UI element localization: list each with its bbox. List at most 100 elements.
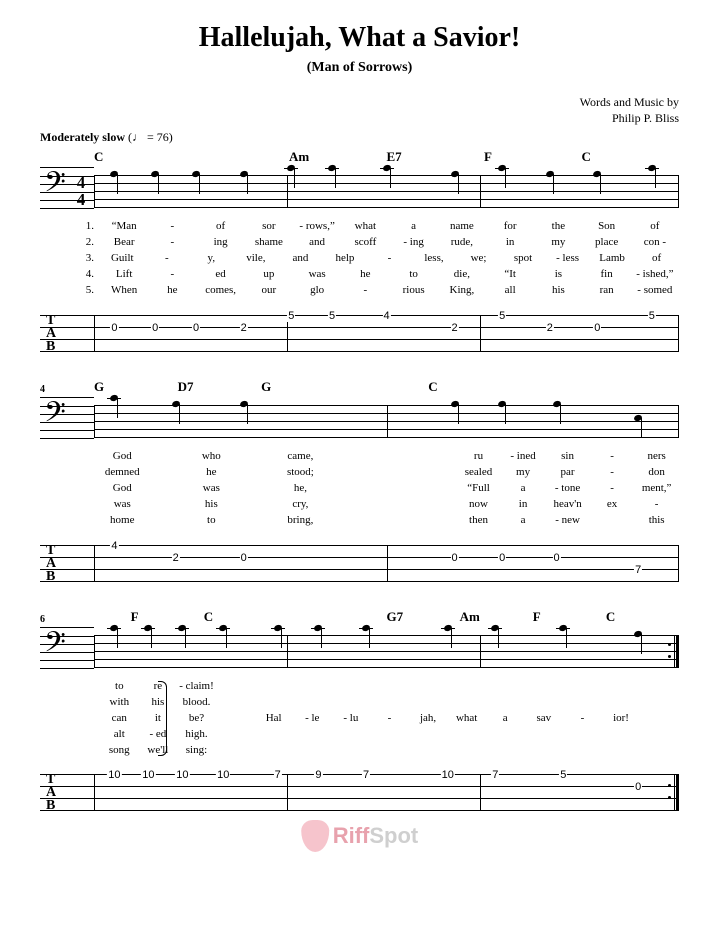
chord-symbol: D7 xyxy=(178,379,220,395)
lyric-syllable: - xyxy=(634,497,679,513)
barline xyxy=(480,175,481,208)
lyric-syllable xyxy=(367,513,412,529)
lyric-syllable xyxy=(412,465,457,481)
chord-symbol xyxy=(470,379,512,395)
verse-number xyxy=(40,695,100,711)
chord-symbol: F xyxy=(131,609,168,625)
lyric-syllable: our xyxy=(245,283,293,299)
lyric-syllable xyxy=(640,727,679,743)
tempo-paren-close: ) xyxy=(169,130,173,144)
tab-clef-label: TAB xyxy=(46,773,56,812)
lyric-syllable: the xyxy=(534,219,582,235)
lyric-syllable: a xyxy=(501,513,546,529)
lyric-line: Godwhocame,ru- inedsin-ners xyxy=(40,449,679,465)
lyric-syllable: was xyxy=(100,497,145,513)
lyric-syllable xyxy=(409,727,448,743)
lyric-line: 2.Bear-ingshameandscoff- ingrude,inmypla… xyxy=(40,235,679,251)
chord-symbol xyxy=(554,379,596,395)
verse-number xyxy=(40,465,100,481)
tempo-marking: Moderately slow (♩ = 76) xyxy=(40,130,679,145)
lyric-syllable xyxy=(145,513,190,529)
chord-symbol xyxy=(630,149,679,165)
bass-clef-icon: 𝄢 xyxy=(44,400,66,434)
lyric-syllable: place xyxy=(583,235,631,251)
tab-fret-number: 2 xyxy=(450,322,458,334)
lyric-syllable xyxy=(367,481,412,497)
tablature-staff: TAB000255425205 xyxy=(40,309,679,357)
lyric-syllable: fin xyxy=(583,267,631,283)
lyric-syllable: y, xyxy=(189,251,234,267)
lyric-syllable: what xyxy=(341,219,389,235)
lyric-syllable: with xyxy=(100,695,139,711)
tab-fret-number: 9 xyxy=(314,769,322,781)
lyric-syllable: glo xyxy=(293,283,341,299)
lyric-syllable: came, xyxy=(278,449,323,465)
chord-symbol xyxy=(240,609,277,625)
lyric-syllable: Hal xyxy=(254,711,293,727)
lyric-syllable: - less xyxy=(545,251,590,267)
chord-symbol xyxy=(642,609,679,625)
lyric-syllable xyxy=(145,497,190,513)
lyric-syllable xyxy=(412,449,457,465)
tempo-bpm: = 76 xyxy=(147,130,169,144)
lyric-syllable: this xyxy=(634,513,679,529)
verse-number: 4. xyxy=(40,267,100,283)
quarter-note-icon: ♩ xyxy=(132,130,144,144)
verse-number xyxy=(40,679,100,695)
lyric-syllable: cry, xyxy=(278,497,323,513)
lyric-syllable xyxy=(370,695,409,711)
tab-fret-number: 0 xyxy=(450,552,458,564)
lyric-syllable: was xyxy=(189,481,234,497)
lyric-syllable: ed xyxy=(197,267,245,283)
credits-line-2: Philip P. Bliss xyxy=(40,110,679,126)
tablature-staff: TAB4200007 xyxy=(40,539,679,587)
tab-fret-number: 5 xyxy=(328,310,336,322)
lyric-syllable xyxy=(602,679,641,695)
lyric-syllable: his xyxy=(189,497,234,513)
barline xyxy=(480,635,481,668)
tab-clef-label: TAB xyxy=(46,544,56,583)
lyric-syllable xyxy=(216,711,255,727)
lyric-syllable xyxy=(367,449,412,465)
lyric-syllable: of xyxy=(197,219,245,235)
lyric-syllable: sav xyxy=(525,711,564,727)
lyric-syllable xyxy=(234,449,279,465)
lyric-syllable xyxy=(234,497,279,513)
verse-number xyxy=(40,481,100,497)
lyric-syllable: don xyxy=(634,465,679,481)
tab-fret-number: 2 xyxy=(546,322,554,334)
brand-part-b: Spot xyxy=(369,823,418,848)
lyric-syllable: sing: xyxy=(177,743,216,759)
lyric-syllable xyxy=(234,481,279,497)
lyric-syllable xyxy=(293,743,332,759)
lyric-syllable: Son xyxy=(583,219,631,235)
sheet-music-page: Hallelujah, What a Savior! (Man of Sorro… xyxy=(0,0,719,868)
lyric-syllable: be? xyxy=(177,711,216,727)
chord-symbol xyxy=(350,609,387,625)
lyric-syllable: shame xyxy=(245,235,293,251)
chord-symbol: C xyxy=(94,149,143,165)
lyric-syllable xyxy=(367,465,412,481)
lyric-syllable xyxy=(234,465,279,481)
chord-symbol xyxy=(338,149,387,165)
lyric-syllable xyxy=(293,727,332,743)
lyric-syllable: - xyxy=(145,251,190,267)
lyric-syllable: God xyxy=(100,449,145,465)
barline xyxy=(94,635,95,668)
chord-symbol xyxy=(192,149,241,165)
tab-fret-number: 7 xyxy=(634,564,642,576)
tab-fret-number: 0 xyxy=(634,781,642,793)
tab-fret-number: 7 xyxy=(491,769,499,781)
tab-fret-number: 0 xyxy=(552,552,560,564)
chord-symbol: G7 xyxy=(387,609,424,625)
lyrics-block: tore- claim!withhisblood.canitbe?Hal- le… xyxy=(40,679,679,759)
lyric-syllable: vile, xyxy=(234,251,279,267)
lyric-syllable: spot xyxy=(501,251,546,267)
bass-clef-icon: 𝄢 xyxy=(44,630,66,664)
barline xyxy=(678,315,679,352)
lyric-syllable xyxy=(234,513,279,529)
lyric-syllable: and xyxy=(293,235,341,251)
lyric-syllable xyxy=(145,449,190,465)
lyric-syllable: - somed xyxy=(631,283,679,299)
lyric-syllable: he xyxy=(148,283,196,299)
